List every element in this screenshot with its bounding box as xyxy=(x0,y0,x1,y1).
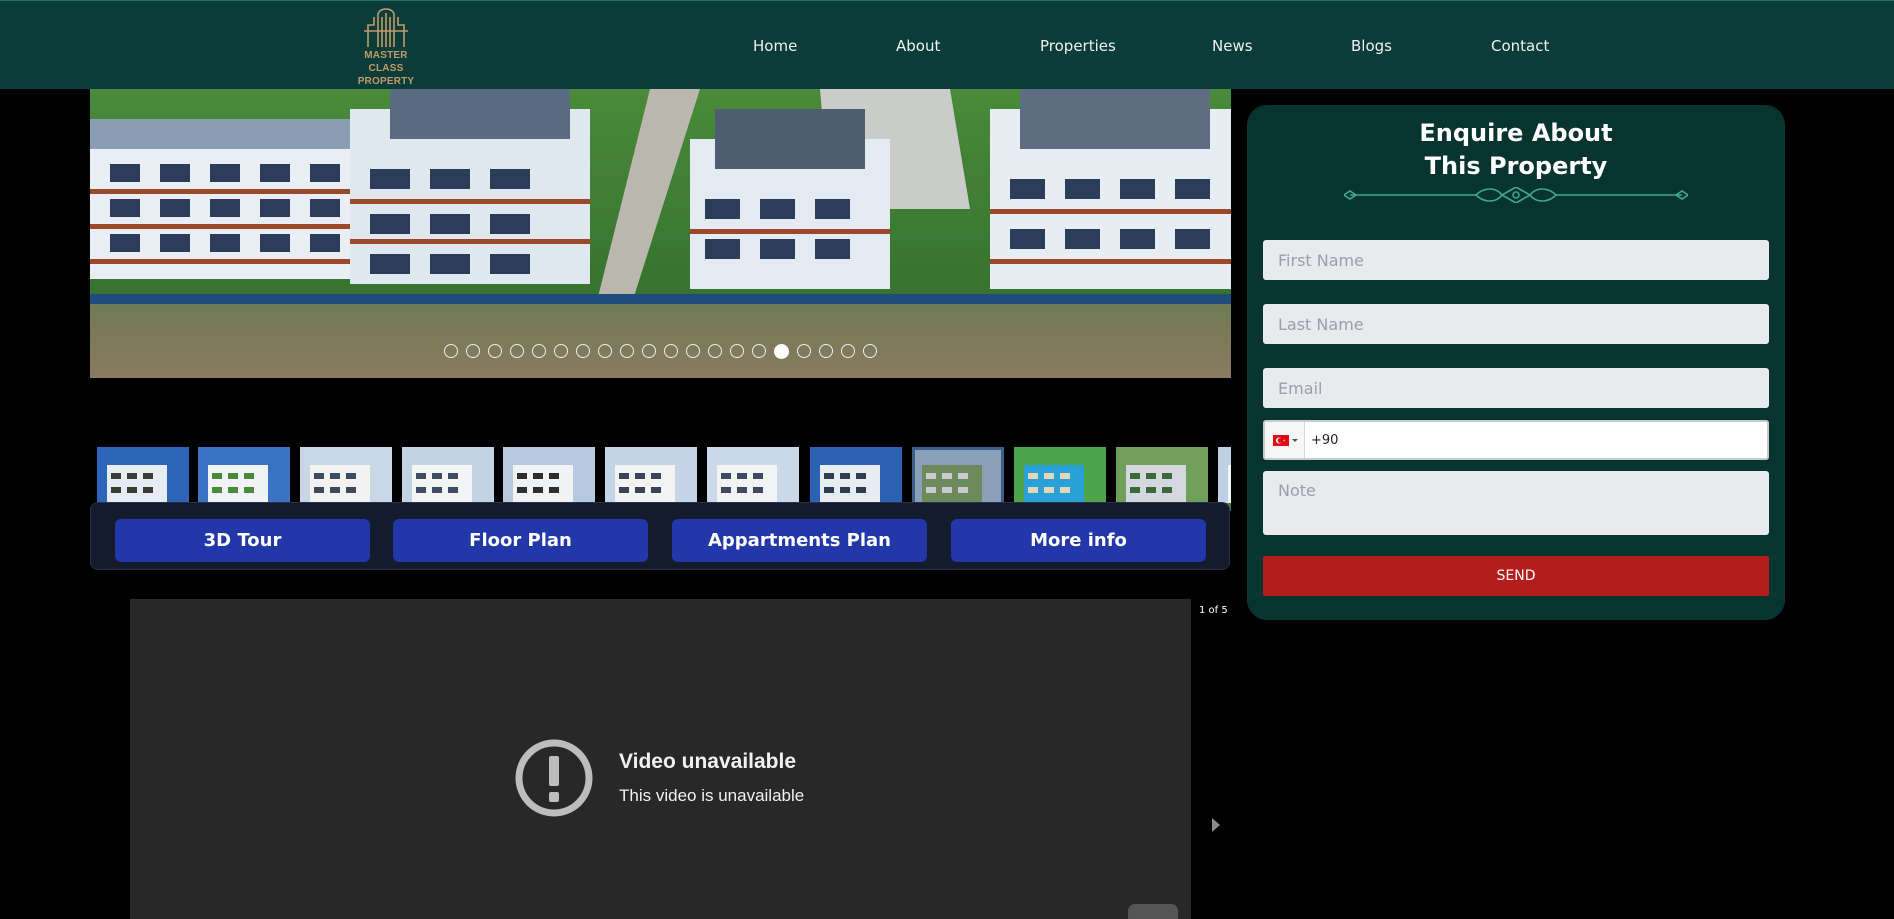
first-name-field[interactable] xyxy=(1263,240,1769,280)
video-unavailable-subtitle: This video is unavailable xyxy=(619,786,805,805)
slider-dot[interactable] xyxy=(797,344,811,358)
slider-dot[interactable] xyxy=(598,344,612,358)
site-header: MASTER CLASS PROPERTY Home About Propert… xyxy=(0,0,1894,89)
video-counter: 1 of 5 xyxy=(1199,605,1228,616)
phone-input[interactable] xyxy=(1311,422,1761,458)
last-name-field[interactable] xyxy=(1263,304,1769,344)
logo-text-line2: PROPERTY xyxy=(357,76,415,87)
youtube-logo-icon[interactable] xyxy=(1128,904,1178,919)
more-info-button[interactable]: More info xyxy=(951,519,1206,562)
slider-dot[interactable] xyxy=(488,344,502,358)
slider-dot[interactable] xyxy=(686,344,700,358)
nav-news[interactable]: News xyxy=(1212,37,1253,55)
slider-dot[interactable] xyxy=(841,344,855,358)
slider-dot[interactable] xyxy=(554,344,568,358)
slider-dot[interactable] xyxy=(642,344,656,358)
logo-text-line1: MASTER CLASS xyxy=(364,50,408,74)
send-button[interactable]: SEND xyxy=(1263,556,1769,596)
action-bar: 3D Tour Floor Plan Appartments Plan More… xyxy=(90,502,1230,570)
slider-dot[interactable] xyxy=(466,344,480,358)
3d-tour-button[interactable]: 3D Tour xyxy=(115,519,370,562)
next-arrow-icon[interactable] xyxy=(1210,815,1222,835)
slider-dot[interactable] xyxy=(774,344,789,359)
nav-about[interactable]: About xyxy=(896,37,940,55)
warning-icon xyxy=(515,739,593,817)
site-logo[interactable]: MASTER CLASS PROPERTY xyxy=(350,7,422,88)
country-selector[interactable] xyxy=(1265,422,1305,458)
ornament-divider-icon xyxy=(1344,187,1688,203)
slider-dot[interactable] xyxy=(863,344,877,358)
slider-dot[interactable] xyxy=(444,344,458,358)
property-hero-image[interactable] xyxy=(90,89,1231,378)
video-player[interactable]: Video unavailable This video is unavaila… xyxy=(130,599,1191,919)
form-title-line2: This Property xyxy=(1424,152,1608,180)
slider-dot[interactable] xyxy=(664,344,678,358)
slider-dot[interactable] xyxy=(730,344,744,358)
nav-contact[interactable]: Contact xyxy=(1491,37,1549,55)
email-field[interactable] xyxy=(1263,368,1769,408)
slider-dot[interactable] xyxy=(819,344,833,358)
slider-dot[interactable] xyxy=(510,344,524,358)
phone-field xyxy=(1263,420,1769,460)
nav-properties[interactable]: Properties xyxy=(1040,37,1116,55)
nav-blogs[interactable]: Blogs xyxy=(1351,37,1392,55)
slider-dot[interactable] xyxy=(532,344,546,358)
enquiry-form: Enquire About This Property SEND xyxy=(1247,105,1785,620)
video-unavailable-title: Video unavailable xyxy=(619,750,797,773)
form-title-line1: Enquire About xyxy=(1419,119,1613,147)
slider-dot[interactable] xyxy=(708,344,722,358)
aerial-building-photo xyxy=(90,89,1231,378)
slider-dot[interactable] xyxy=(620,344,634,358)
slider-dot[interactable] xyxy=(752,344,766,358)
note-field[interactable] xyxy=(1263,471,1769,535)
form-title: Enquire About This Property xyxy=(1247,117,1785,183)
floor-plan-button[interactable]: Floor Plan xyxy=(393,519,648,562)
turkey-flag-icon xyxy=(1273,435,1298,446)
slider-dot[interactable] xyxy=(576,344,590,358)
nav-home[interactable]: Home xyxy=(753,37,797,55)
building-logo-icon xyxy=(364,8,408,47)
apartments-plan-button[interactable]: Appartments Plan xyxy=(672,519,927,562)
slider-dots xyxy=(444,344,877,360)
